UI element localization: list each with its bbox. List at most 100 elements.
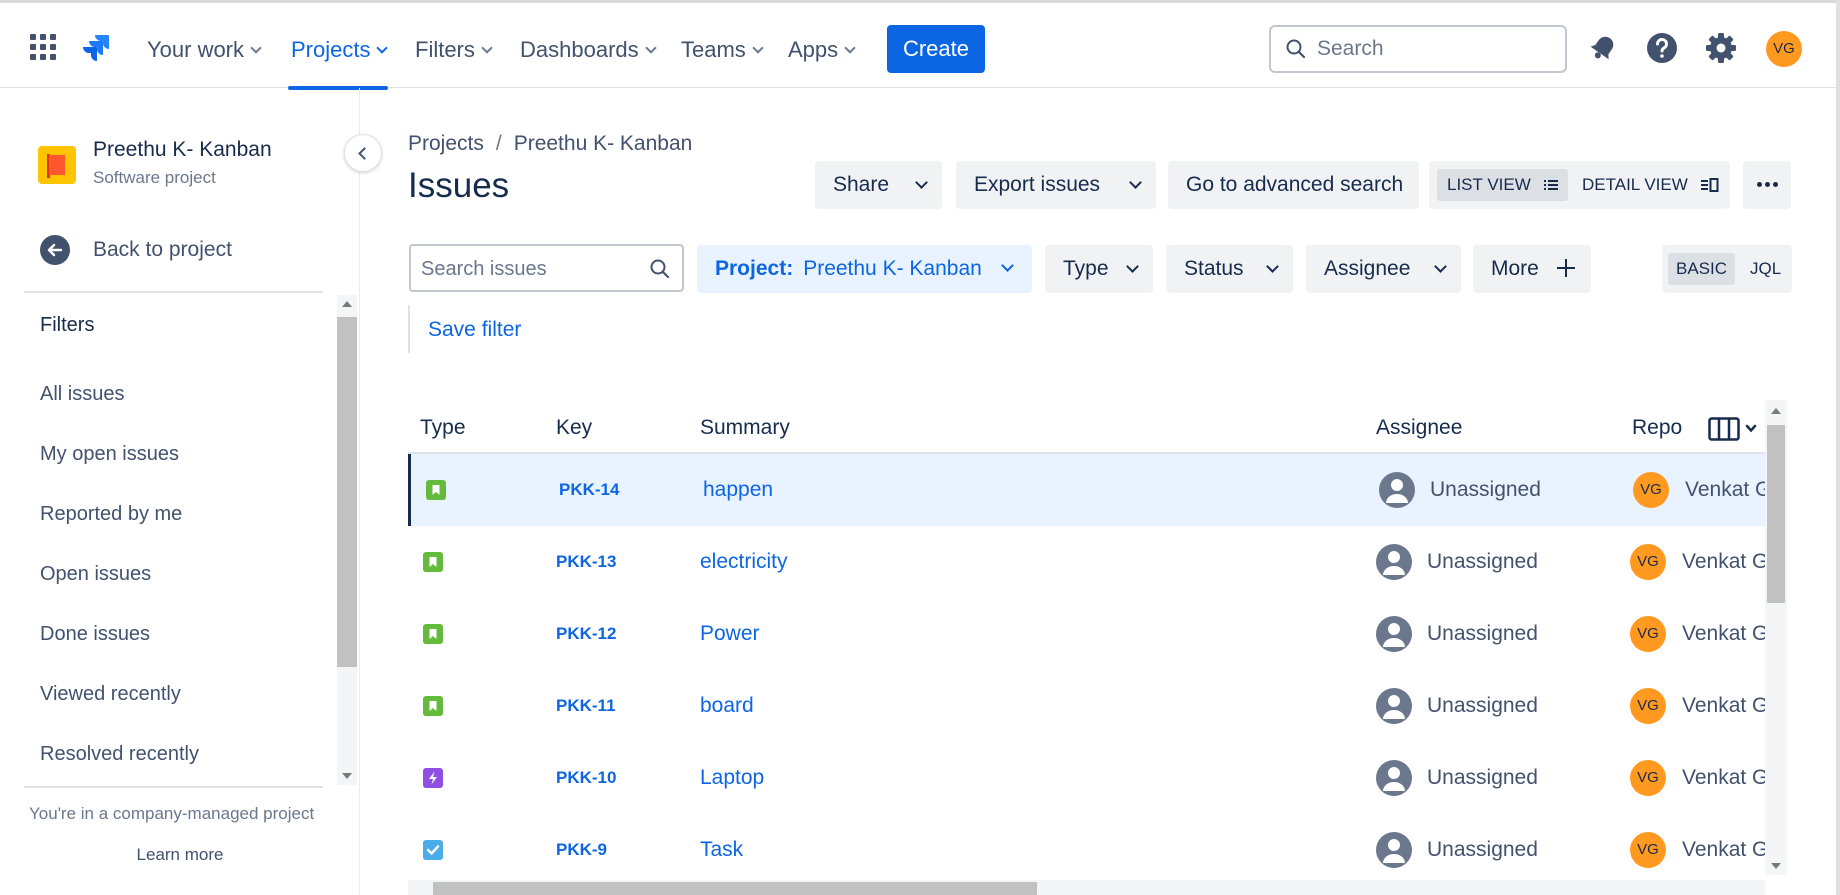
nav-apps[interactable]: Apps bbox=[788, 37, 856, 63]
search-icon bbox=[650, 259, 670, 279]
project-name: Preethu K- Kanban bbox=[93, 138, 272, 161]
learn-more-link[interactable]: Learn more bbox=[0, 845, 360, 865]
back-to-project-label: Back to project bbox=[93, 238, 232, 261]
table-row[interactable]: PKK-12 Power Unassigned VG Venkat G bbox=[408, 598, 1765, 670]
issue-summary[interactable]: Task bbox=[700, 838, 743, 862]
sidebar-scrollbar[interactable] bbox=[337, 295, 357, 785]
settings-gear-icon[interactable] bbox=[1704, 31, 1738, 65]
table-horizontal-scrollbar[interactable] bbox=[408, 880, 1765, 895]
share-button[interactable]: Share bbox=[815, 161, 942, 209]
column-header-assignee[interactable]: Assignee bbox=[1376, 416, 1462, 440]
more-actions-button[interactable] bbox=[1743, 161, 1791, 209]
jira-logo-icon[interactable] bbox=[80, 33, 110, 63]
help-icon[interactable] bbox=[1645, 31, 1679, 65]
table-vertical-scrollbar[interactable] bbox=[1765, 400, 1787, 875]
detail-view-button[interactable]: DETAIL VIEW bbox=[1572, 169, 1729, 201]
share-button-label: Share bbox=[833, 173, 890, 196]
unassigned-avatar-icon bbox=[1376, 616, 1412, 652]
table-row[interactable]: PKK-10 Laptop Unassigned VG Venkat G bbox=[408, 742, 1765, 814]
detail-view-icon bbox=[1700, 178, 1719, 192]
filter-all-issues[interactable]: All issues bbox=[40, 383, 124, 406]
breadcrumb-projects[interactable]: Projects bbox=[408, 132, 484, 155]
issue-key[interactable]: PKK-13 bbox=[556, 552, 616, 572]
sidebar-divider bbox=[24, 786, 323, 788]
breadcrumb: Projects / Preethu K- Kanban bbox=[408, 132, 692, 156]
search-icon bbox=[1286, 39, 1306, 59]
table-row[interactable]: PKK-11 board Unassigned VG Venkat G bbox=[408, 670, 1765, 742]
detail-view-label: DETAIL VIEW bbox=[1582, 175, 1688, 194]
global-search-input[interactable] bbox=[1317, 35, 1547, 63]
scroll-down-arrow-icon[interactable] bbox=[342, 773, 352, 779]
column-header-reporter[interactable]: Repo bbox=[1632, 416, 1682, 440]
filter-my-open-issues[interactable]: My open issues bbox=[40, 443, 179, 466]
scroll-up-arrow-icon[interactable] bbox=[342, 301, 352, 307]
status-filter-label: Status bbox=[1184, 257, 1244, 280]
nav-teams[interactable]: Teams bbox=[681, 37, 764, 63]
filter-done-issues[interactable]: Done issues bbox=[40, 623, 150, 646]
breadcrumb-separator: / bbox=[495, 132, 502, 155]
task-icon bbox=[423, 840, 443, 860]
search-mode-toggle: BASIC JQL bbox=[1662, 245, 1792, 293]
issue-key[interactable]: PKK-9 bbox=[556, 840, 607, 860]
app-switcher-icon[interactable] bbox=[30, 34, 56, 60]
issue-summary[interactable]: happen bbox=[703, 478, 773, 502]
scrollbar-thumb[interactable] bbox=[337, 317, 357, 667]
issue-search-box[interactable] bbox=[409, 244, 684, 292]
scrollbar-thumb[interactable] bbox=[433, 882, 1037, 895]
issue-reporter: Venkat G bbox=[1682, 838, 1765, 861]
basic-mode-button[interactable]: BASIC bbox=[1668, 253, 1736, 285]
issue-summary[interactable]: electricity bbox=[700, 550, 788, 574]
create-button[interactable]: Create bbox=[887, 25, 985, 73]
reporter-avatar: VG bbox=[1630, 832, 1666, 868]
page-title: Issues bbox=[408, 166, 510, 205]
collapse-sidebar-button[interactable] bbox=[344, 134, 382, 172]
issue-summary[interactable]: Laptop bbox=[700, 766, 764, 790]
issue-key[interactable]: PKK-11 bbox=[556, 696, 616, 716]
scroll-up-arrow-icon[interactable] bbox=[1771, 408, 1781, 414]
type-filter-button[interactable]: Type bbox=[1045, 245, 1153, 293]
save-filter-button[interactable]: Save filter bbox=[428, 318, 521, 342]
notifications-bell-icon[interactable] bbox=[1586, 31, 1620, 65]
issue-key[interactable]: PKK-10 bbox=[556, 768, 616, 788]
table-row[interactable]: PKK-13 electricity Unassigned VG Venkat … bbox=[408, 526, 1765, 598]
nav-teams-label: Teams bbox=[681, 37, 746, 62]
chevron-down-icon bbox=[644, 42, 657, 54]
user-avatar[interactable]: VG bbox=[1766, 31, 1802, 67]
column-header-type[interactable]: Type bbox=[420, 416, 466, 440]
nav-filters[interactable]: Filters bbox=[415, 37, 493, 63]
table-row[interactable]: PKK-9 Task Unassigned VG Venkat G bbox=[408, 814, 1765, 880]
issue-summary[interactable]: board bbox=[700, 694, 754, 718]
filter-viewed-recently[interactable]: Viewed recently bbox=[40, 683, 181, 706]
breadcrumb-project[interactable]: Preethu K- Kanban bbox=[514, 132, 693, 155]
more-filters-button[interactable]: More bbox=[1473, 245, 1591, 293]
list-view-button[interactable]: LIST VIEW bbox=[1437, 169, 1568, 201]
assignee-filter-button[interactable]: Assignee bbox=[1306, 245, 1461, 293]
chevron-down-icon bbox=[915, 176, 928, 189]
advanced-search-button[interactable]: Go to advanced search bbox=[1168, 161, 1419, 209]
export-issues-button[interactable]: Export issues bbox=[956, 161, 1156, 209]
column-config-button[interactable] bbox=[1700, 414, 1765, 444]
project-filter-chip[interactable]: Project: Preethu K- Kanban bbox=[697, 245, 1032, 293]
nav-your-work[interactable]: Your work bbox=[147, 37, 262, 63]
status-filter-button[interactable]: Status bbox=[1166, 245, 1293, 293]
scroll-down-arrow-icon[interactable] bbox=[1771, 863, 1781, 869]
issue-key[interactable]: PKK-12 bbox=[556, 624, 616, 644]
nav-projects[interactable]: Projects bbox=[291, 37, 389, 63]
issues-table: Type Key Summary Assignee Repo PKK-14 ha… bbox=[408, 400, 1765, 880]
filter-open-issues[interactable]: Open issues bbox=[40, 563, 151, 586]
nav-dashboards[interactable]: Dashboards bbox=[520, 37, 657, 63]
story-icon bbox=[426, 480, 446, 500]
scrollbar-thumb[interactable] bbox=[1767, 425, 1785, 603]
table-row[interactable]: PKK-14 happen Unassigned VG Venkat G bbox=[408, 454, 1765, 526]
issue-key[interactable]: PKK-14 bbox=[559, 480, 619, 500]
filter-reported-by-me[interactable]: Reported by me bbox=[40, 503, 182, 526]
company-managed-note: You're in a company-managed project bbox=[29, 804, 315, 823]
filter-resolved-recently[interactable]: Resolved recently bbox=[40, 743, 199, 766]
jql-mode-button[interactable]: JQL bbox=[1742, 253, 1789, 285]
issue-search-input[interactable] bbox=[421, 256, 641, 282]
column-header-key[interactable]: Key bbox=[556, 416, 592, 440]
column-header-summary[interactable]: Summary bbox=[700, 416, 790, 440]
issue-summary[interactable]: Power bbox=[700, 622, 760, 646]
sidebar-divider bbox=[24, 291, 323, 293]
global-search[interactable] bbox=[1269, 25, 1567, 73]
